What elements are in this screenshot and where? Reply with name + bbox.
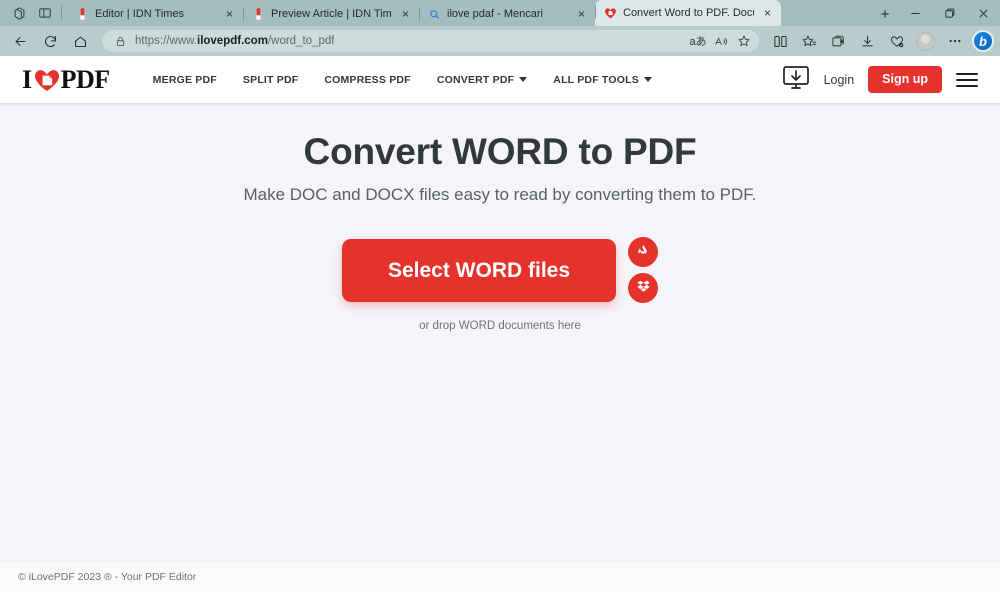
nav-item-compress-pdf[interactable]: COMPRESS PDF	[311, 74, 423, 86]
page-title: Convert WORD to PDF	[303, 131, 697, 172]
chevron-down-icon	[643, 77, 652, 82]
minimize-button[interactable]	[898, 0, 932, 26]
logo-prefix: I	[22, 64, 32, 94]
copyright-text: © iLovePDF 2023 ® - Your PDF Editor	[18, 571, 197, 583]
tab-title: Preview Article | IDN Times	[271, 8, 392, 20]
nav-label: COMPRESS PDF	[324, 73, 411, 86]
browser-tab[interactable]: ilove pdaf - Mencari ×	[419, 2, 595, 26]
tab-close-button[interactable]: ×	[398, 7, 413, 22]
back-button[interactable]	[6, 28, 34, 54]
browser-tab-strip: Editor | IDN Times × Preview Article | I…	[0, 0, 1000, 26]
maximize-button[interactable]	[932, 0, 966, 26]
upload-controls: Select WORD files	[341, 237, 659, 303]
hamburger-menu-icon[interactable]	[956, 72, 978, 87]
page-viewport: I PDF MERGE PDF SPLIT PDF COMPRESS PDF C…	[0, 56, 1000, 592]
nav-label: SPLIT PDF	[242, 73, 299, 86]
address-bar-url: https://www.ilovepdf.com/word_to_pdf	[135, 35, 335, 47]
home-button[interactable]	[66, 28, 94, 54]
collections-icon[interactable]	[825, 28, 852, 54]
header-actions: Login Sign up	[782, 65, 978, 95]
nav-item-all-pdf-tools[interactable]: ALL PDF TOOLS	[540, 74, 665, 86]
idn-times-icon	[252, 7, 265, 21]
tab-close-button[interactable]: ×	[574, 7, 589, 22]
nav-label: CONVERT PDF	[436, 73, 515, 86]
nav-label: ALL PDF TOOLS	[553, 73, 639, 86]
nav-label: MERGE PDF	[152, 73, 217, 86]
read-aloud-icon[interactable]	[710, 31, 732, 51]
signup-button[interactable]: Sign up	[868, 66, 942, 93]
translate-icon[interactable]: aあ	[687, 31, 709, 51]
tab-title: Editor | IDN Times	[95, 8, 185, 20]
lock-icon	[112, 33, 128, 49]
browser-window: Editor | IDN Times × Preview Article | I…	[0, 0, 1000, 592]
address-bar[interactable]: https://www.ilovepdf.com/word_to_pdf aあ	[102, 30, 759, 52]
drop-hint-text: or drop WORD documents here	[419, 320, 581, 332]
main-navigation: MERGE PDF SPLIT PDF COMPRESS PDF CONVERT…	[140, 74, 665, 86]
tab-close-button[interactable]: ×	[222, 7, 237, 22]
tab-actions-icon[interactable]	[32, 0, 58, 26]
nav-item-split-pdf[interactable]: SPLIT PDF	[230, 74, 311, 86]
split-screen-icon[interactable]	[767, 28, 794, 54]
page-content: Convert WORD to PDF Make DOC and DOCX fi…	[0, 103, 1000, 562]
browser-tab-active[interactable]: Convert Word to PDF. Document ×	[595, 0, 781, 26]
workspaces-icon[interactable]	[6, 0, 32, 26]
window-controls	[898, 0, 1000, 26]
downloads-icon[interactable]	[854, 28, 881, 54]
burger-line	[956, 72, 978, 75]
bing-search-icon	[428, 8, 441, 21]
ilovepdf-logo[interactable]: I PDF	[22, 65, 110, 95]
logo-suffix: PDF	[60, 64, 111, 94]
tab-list: Editor | IDN Times × Preview Article | I…	[67, 0, 868, 26]
browser-tab[interactable]: Preview Article | IDN Times ×	[243, 2, 419, 26]
nav-item-convert-pdf[interactable]: CONVERT PDF	[424, 74, 540, 86]
select-files-button[interactable]: Select WORD files	[341, 238, 617, 302]
dropbox-icon	[636, 278, 651, 298]
copilot-bing-icon[interactable]: b	[972, 30, 994, 52]
site-footer: © iLovePDF 2023 ® - Your PDF Editor	[0, 562, 1000, 592]
address-bar-actions: aあ	[687, 31, 755, 51]
page-subtitle: Make DOC and DOCX files easy to read by …	[243, 185, 757, 204]
browser-navigation-bar: https://www.ilovepdf.com/word_to_pdf aあ	[0, 26, 1000, 56]
tab-title: ilove pdaf - Mencari	[447, 8, 543, 20]
burger-line	[956, 84, 978, 87]
tabstrip-divider	[61, 6, 62, 20]
heart-icon	[34, 68, 60, 92]
refresh-button[interactable]	[36, 28, 64, 54]
nav-item-merge-pdf[interactable]: MERGE PDF	[140, 74, 230, 86]
chevron-down-icon	[519, 77, 528, 82]
google-drive-button[interactable]	[628, 237, 659, 267]
site-header: I PDF MERGE PDF SPLIT PDF COMPRESS PDF C…	[0, 56, 1000, 103]
cloud-import-buttons	[628, 237, 659, 303]
dropbox-button[interactable]	[628, 273, 659, 303]
tab-title: Convert Word to PDF. Document	[623, 7, 754, 19]
new-tab-button[interactable]: +	[872, 2, 898, 26]
ilovepdf-heart-icon	[604, 7, 617, 20]
settings-more-icon[interactable]	[941, 28, 968, 54]
browser-essentials-icon[interactable]	[883, 28, 910, 54]
profile-avatar[interactable]	[916, 31, 935, 51]
tab-close-button[interactable]: ×	[760, 6, 775, 21]
login-link[interactable]: Login	[824, 73, 855, 87]
google-drive-icon	[636, 243, 651, 262]
idn-times-icon	[76, 7, 89, 21]
favorite-star-icon[interactable]	[733, 31, 755, 51]
close-window-button[interactable]	[966, 0, 1000, 26]
favorites-icon[interactable]	[796, 28, 823, 54]
browser-tab[interactable]: Editor | IDN Times ×	[67, 2, 243, 26]
desktop-download-icon[interactable]	[782, 65, 810, 95]
burger-line	[956, 78, 978, 81]
